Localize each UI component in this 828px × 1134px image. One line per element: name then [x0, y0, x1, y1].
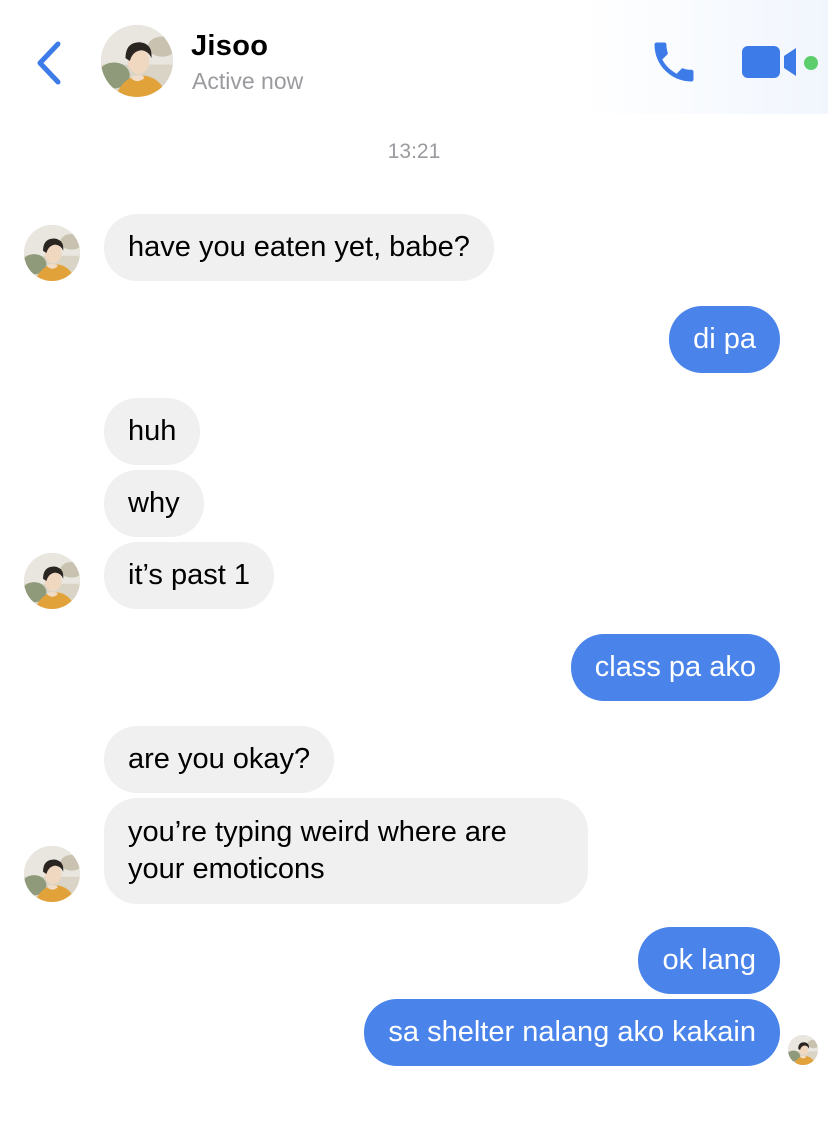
incoming-message-bubble[interactable]: huh — [104, 398, 201, 465]
contact-name[interactable]: Jisoo — [191, 30, 268, 63]
sender-avatar[interactable] — [24, 553, 80, 609]
sender-avatar[interactable] — [24, 225, 80, 281]
outgoing-message-bubble[interactable]: ok lang — [638, 927, 780, 994]
sender-avatar[interactable] — [24, 846, 80, 902]
contact-avatar[interactable] — [101, 25, 173, 97]
incoming-message-bubble[interactable]: are you okay? — [104, 726, 335, 793]
active-status: Active now — [192, 68, 304, 94]
incoming-message-bubble[interactable]: have you eaten yet, babe? — [104, 214, 494, 281]
outgoing-message-bubble[interactable]: di pa — [669, 306, 780, 373]
online-indicator — [804, 56, 818, 70]
video-call-button[interactable] — [740, 42, 800, 82]
outgoing-message-bubble[interactable]: sa shelter nalang ako kakain — [364, 999, 780, 1066]
incoming-message-bubble[interactable]: why — [104, 470, 204, 537]
incoming-message-bubble[interactable]: it’s past 1 — [104, 542, 274, 609]
voice-call-button[interactable] — [648, 36, 700, 88]
chevron-left-icon — [37, 41, 61, 85]
incoming-message-bubble[interactable]: you’re typing weird where are your emoti… — [104, 798, 588, 904]
message-timestamp: 13:21 — [387, 140, 441, 163]
back-button[interactable] — [30, 38, 70, 88]
outgoing-message-bubble[interactable]: class pa ako — [570, 634, 780, 701]
video-camera-icon — [742, 46, 796, 78]
phone-icon — [654, 42, 694, 82]
conversation-header: Jisoo Active now — [0, 0, 828, 114]
read-receipt-avatar — [788, 1035, 818, 1065]
